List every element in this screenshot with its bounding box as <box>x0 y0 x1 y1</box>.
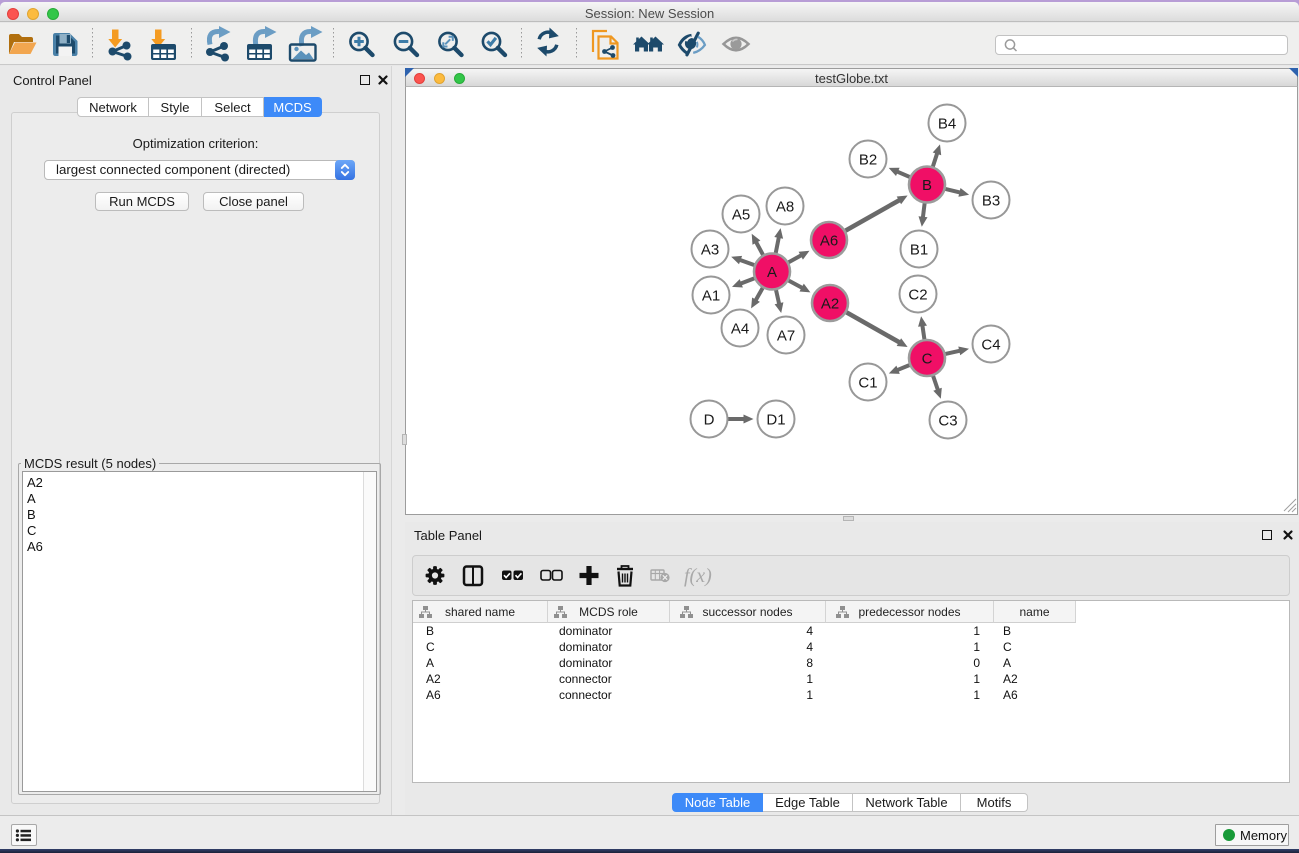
svg-text:A4: A4 <box>731 321 749 338</box>
svg-text:f(x): f(x) <box>684 565 712 587</box>
svg-text:B1: B1 <box>910 242 928 259</box>
svg-text:B2: B2 <box>859 152 877 169</box>
svg-text:B4: B4 <box>938 116 956 133</box>
svg-text:A3: A3 <box>701 242 719 259</box>
svg-text:A1: A1 <box>702 288 720 305</box>
svg-text:D: D <box>704 412 715 429</box>
svg-text:C3: C3 <box>938 413 957 430</box>
svg-text:A8: A8 <box>776 199 794 216</box>
svg-text:C4: C4 <box>981 337 1000 354</box>
svg-text:C2: C2 <box>908 287 927 304</box>
svg-text:A7: A7 <box>777 328 795 345</box>
svg-text:A: A <box>767 264 777 281</box>
svg-text:A5: A5 <box>732 207 750 224</box>
svg-text:A2: A2 <box>821 296 839 313</box>
svg-text:A6: A6 <box>820 233 838 250</box>
svg-text:C1: C1 <box>858 375 877 392</box>
svg-text:B: B <box>922 177 932 194</box>
svg-text:C: C <box>922 351 933 368</box>
svg-text:B3: B3 <box>982 193 1000 210</box>
svg-text:D1: D1 <box>766 412 785 429</box>
